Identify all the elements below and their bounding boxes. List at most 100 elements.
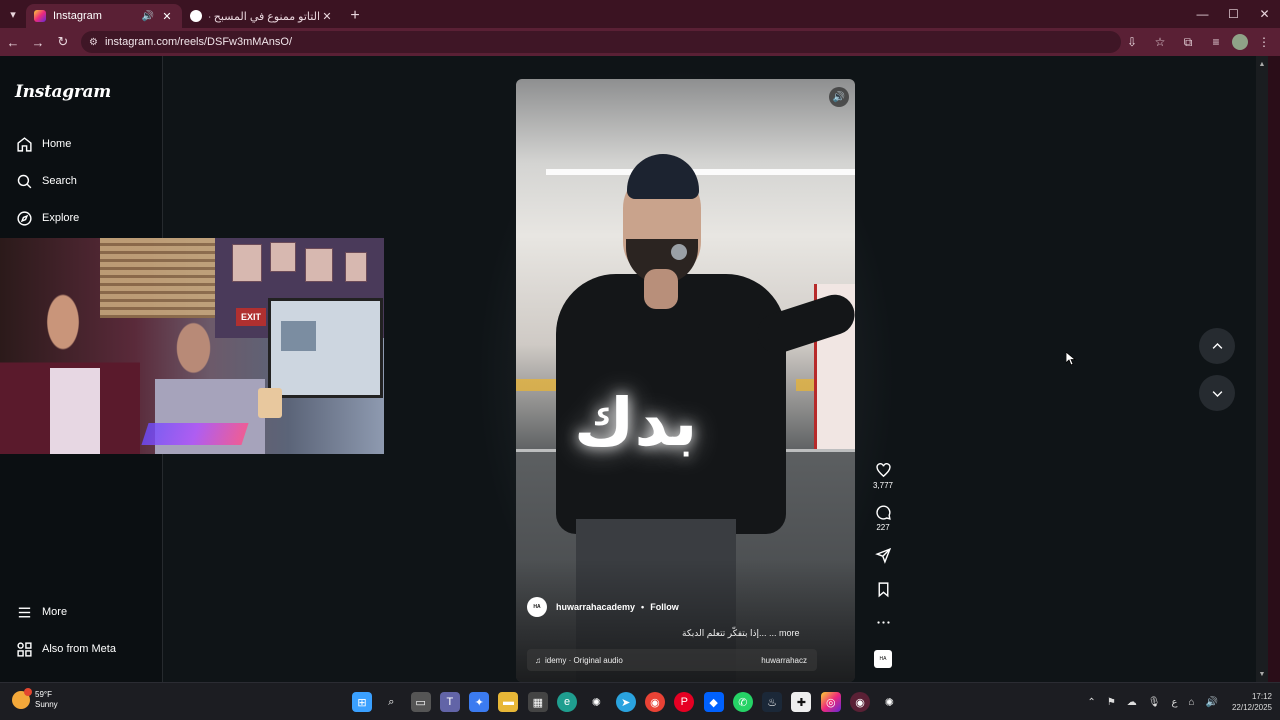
chatgpt-icon[interactable]: ✺: [586, 692, 606, 712]
like-action[interactable]: 3,777: [866, 462, 900, 490]
scroll-down-icon[interactable]: ▼: [1256, 668, 1268, 680]
wall-poster: [232, 244, 262, 282]
start-icon[interactable]: ⊞: [352, 692, 372, 712]
instagram-favicon-icon: [34, 10, 46, 22]
tray-overflow-icon[interactable]: ⌃: [1087, 697, 1095, 708]
save-action[interactable]: [866, 581, 900, 598]
site-info-icon[interactable]: ⚙: [89, 37, 98, 48]
minimize-icon[interactable]: —: [1187, 0, 1218, 28]
drink-cup: [258, 388, 282, 418]
clock[interactable]: 17:12 22/12/2025: [1232, 691, 1272, 713]
language-icon[interactable]: ع: [1171, 697, 1177, 708]
mouse-cursor-icon: [1066, 352, 1076, 366]
heart-icon: [875, 463, 891, 478]
google-favicon-icon: [190, 10, 202, 22]
audio-thumbnail[interactable]: HA: [866, 650, 900, 668]
system-tray: ⌃ ⚑ ☁ 🎙 ع ⌂ 🔊 17:12 22/12/2025: [1076, 689, 1272, 715]
speaker-hand: [644, 269, 678, 309]
rgb-keyboard: [141, 423, 249, 445]
chrome-active-icon[interactable]: ◉: [850, 692, 871, 712]
browser-menu-icon[interactable]: ⋮: [1252, 30, 1276, 54]
edge-icon[interactable]: e: [557, 692, 578, 712]
store-icon[interactable]: ▦: [527, 692, 548, 712]
compass-icon: [15, 209, 33, 227]
capcut-icon[interactable]: ✚: [791, 692, 812, 712]
sidebar-item-label: Search: [42, 175, 77, 187]
install-app-icon[interactable]: ⇩: [1120, 30, 1144, 54]
tab-search-menu[interactable]: ▾: [0, 0, 26, 28]
sidebar-item-explore[interactable]: Explore: [15, 206, 79, 230]
tab-instagram[interactable]: Instagram 🔊 ✕: [26, 4, 182, 28]
bookmark-star-icon[interactable]: ☆: [1148, 30, 1172, 54]
pinterest-icon[interactable]: P: [674, 692, 695, 712]
whatsapp-icon[interactable]: ✆: [732, 692, 753, 712]
app-tray-icon[interactable]: ⚑: [1107, 697, 1116, 708]
taskbar: 59°F Sunny ⊞ ⌕ ▭ T ✦ ▬ ▦ e ✺ ➤ ◉ P ◆ ✆ ♨…: [0, 682, 1280, 720]
cloud-icon[interactable]: ☁: [1127, 697, 1137, 708]
streamer-shirt: [50, 368, 100, 454]
comment-action[interactable]: 227: [866, 504, 900, 532]
teams-icon[interactable]: T: [439, 692, 460, 712]
speaker-icon[interactable]: 🔊: [1206, 697, 1218, 708]
tab-close-icon[interactable]: ✕: [160, 10, 174, 23]
next-reel-button[interactable]: [1199, 375, 1235, 411]
weather-condition: Sunny: [35, 700, 58, 709]
chrome-icon[interactable]: ◉: [644, 692, 665, 712]
file-explorer-icon[interactable]: ▬: [498, 692, 519, 712]
reel-author: HA huwarrahacademy • Follow: [527, 596, 679, 618]
comment-count: 227: [876, 523, 890, 532]
instagram-icon[interactable]: ◎: [820, 692, 841, 712]
dropbox-icon[interactable]: ◆: [703, 692, 724, 712]
scroll-up-icon[interactable]: ▲: [1256, 58, 1268, 70]
reel-caption[interactable]: إذا بتفكّر تتعلم الدبكة... ... more: [682, 628, 800, 639]
instagram-logo[interactable]: Instagram: [15, 82, 111, 102]
bookmark-icon: [878, 582, 888, 598]
tab-google-search[interactable]: التاتو ممنوع في المسبح - Search ✕: [182, 4, 342, 28]
sidebar-item-label: Explore: [42, 212, 80, 224]
reel-video[interactable]: بدك 🔊 HA huwarrahacademy • Follow إذا بت…: [516, 79, 855, 682]
volume-icon[interactable]: 🔊: [829, 87, 849, 107]
microphone-icon[interactable]: 🎙: [1148, 697, 1161, 708]
previous-reel-button[interactable]: [1199, 328, 1235, 364]
more-options-action[interactable]: [866, 614, 900, 631]
sidebar-item-home[interactable]: Home: [15, 132, 71, 156]
microphone: [671, 244, 687, 260]
extensions-icon[interactable]: ⧉: [1176, 30, 1200, 54]
forward-button[interactable]: →: [26, 30, 50, 54]
page-scrollbar[interactable]: ▲ ▼: [1256, 56, 1268, 682]
weather-temperature: 59°F: [35, 690, 52, 699]
openai-icon[interactable]: ✺: [879, 692, 899, 712]
sidebar-item-also-from-meta[interactable]: Also from Meta: [15, 637, 116, 661]
media-controls-icon[interactable]: ≡: [1204, 30, 1228, 54]
reel-audio-bar[interactable]: ♫ idemy · Original audio huwarrahacz: [527, 649, 817, 671]
author-name[interactable]: huwarrahacademy: [556, 602, 635, 612]
weather-widget[interactable]: 59°F Sunny: [12, 688, 58, 710]
ceiling-light: [546, 169, 855, 175]
network-icon[interactable]: ⌂: [1188, 697, 1194, 708]
address-bar[interactable]: ⚙ instagram.com/reels/DSFw3mMAnsO/: [81, 31, 1121, 53]
telegram-icon[interactable]: ➤: [615, 692, 636, 712]
close-window-icon[interactable]: ✕: [1249, 0, 1280, 28]
share-action[interactable]: [866, 547, 900, 564]
sidebar-item-more[interactable]: More: [15, 600, 67, 624]
tab-title: Instagram: [53, 10, 102, 22]
new-tab-button[interactable]: +: [342, 4, 368, 28]
search-icon[interactable]: ⌕: [381, 692, 401, 712]
copilot-icon[interactable]: ✦: [469, 692, 490, 712]
author-avatar[interactable]: HA: [527, 597, 547, 617]
chevron-up-icon: [1212, 342, 1222, 349]
back-button[interactable]: ←: [1, 30, 25, 54]
profile-avatar[interactable]: [1232, 34, 1248, 50]
reload-button[interactable]: ↻: [51, 30, 75, 54]
tab-close-icon[interactable]: ✕: [320, 10, 334, 23]
separator-dot: •: [641, 602, 645, 612]
toolbar-actions: ⇩ ☆ ⧉ ≡ ⋮: [1120, 28, 1280, 56]
follow-button[interactable]: Follow: [650, 602, 679, 612]
sidebar-item-search[interactable]: Search: [15, 169, 77, 193]
chevron-down-icon: [1212, 390, 1222, 397]
monitor: [268, 298, 383, 398]
steam-icon[interactable]: ♨: [762, 692, 783, 712]
maximize-icon[interactable]: ☐: [1218, 0, 1249, 28]
tab-audio-icon[interactable]: 🔊: [142, 11, 154, 22]
task-view-icon[interactable]: ▭: [410, 692, 431, 712]
